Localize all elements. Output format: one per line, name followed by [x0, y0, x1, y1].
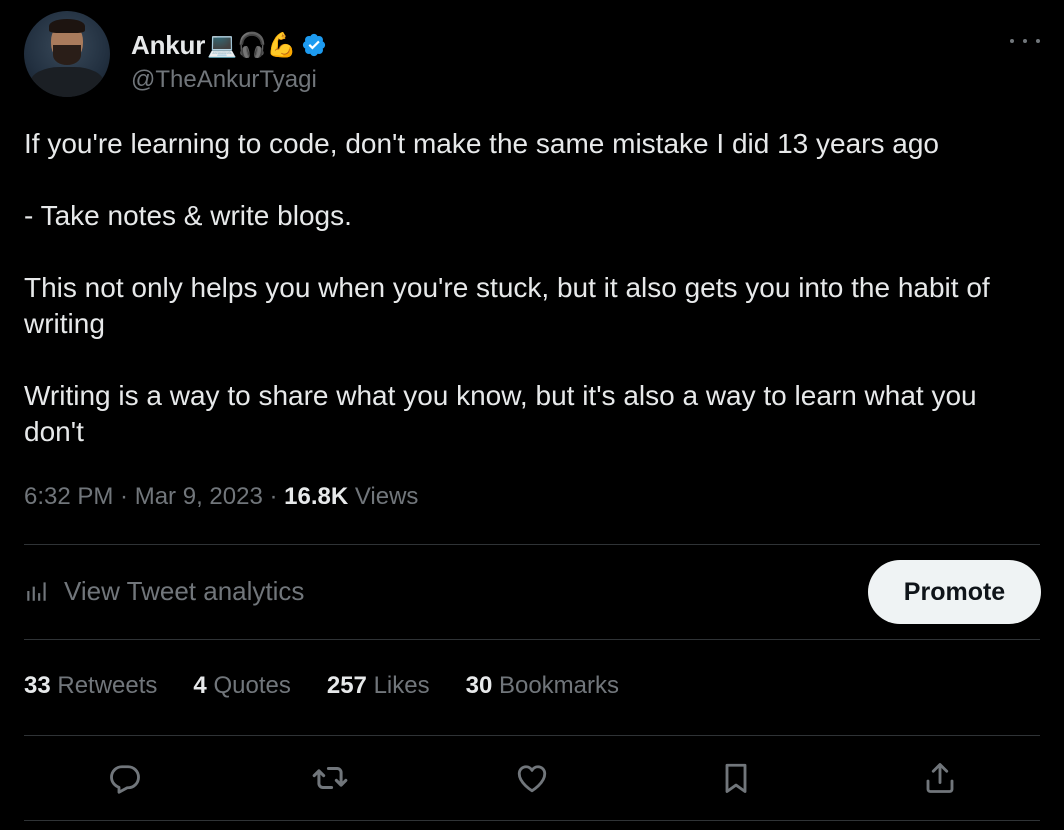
stat-retweets[interactable]: 33 Retweets	[24, 672, 157, 700]
tweet-time[interactable]: 6:32 PM	[24, 483, 113, 510]
retweet-icon[interactable]	[304, 752, 356, 804]
author-name[interactable]: Ankur	[131, 30, 205, 61]
tweet-paragraph: If you're learning to code, don't make t…	[24, 128, 939, 159]
divider	[24, 820, 1040, 821]
divider	[24, 735, 1040, 736]
stat-count: 4	[193, 672, 207, 699]
verified-badge-icon	[301, 32, 327, 58]
stat-label: Retweets	[57, 672, 158, 699]
bookmark-icon[interactable]	[710, 752, 762, 804]
tweet-paragraph: This not only helps you when you're stuc…	[24, 272, 990, 339]
tweet-header: Ankur 💻🎧💪 @TheAnkurTyagi	[24, 11, 1040, 99]
views-count: 16.8K	[284, 483, 349, 510]
reply-icon[interactable]	[99, 752, 151, 804]
action-bar	[0, 752, 1064, 804]
share-icon[interactable]	[914, 752, 966, 804]
view-analytics-link[interactable]: View Tweet analytics	[24, 571, 304, 611]
tweet-date[interactable]: Mar 9, 2023	[135, 483, 263, 510]
tweet-paragraph: - Take notes & write blogs.	[24, 200, 352, 231]
stat-bookmarks[interactable]: 30 Bookmarks	[466, 672, 619, 700]
analytics-label: View Tweet analytics	[64, 575, 305, 606]
stat-label: Bookmarks	[498, 672, 620, 699]
bar-chart-icon	[27, 582, 46, 601]
author-handle[interactable]: @TheAnkurTyagi	[131, 66, 317, 94]
tweet-paragraph: Writing is a way to share what you know,…	[24, 380, 977, 447]
tweet-stats: 33 Retweets 4 Quotes 257 Likes 30 Bookma…	[24, 672, 655, 700]
stat-label: Quotes	[213, 672, 291, 699]
tweet-meta: 6:32 PM · Mar 9, 2023 · 16.8K Views	[24, 483, 419, 510]
divider	[24, 639, 1040, 640]
stat-count: 257	[326, 672, 367, 699]
name-emojis: 💻🎧💪	[207, 31, 297, 59]
stat-likes[interactable]: 257 Likes	[327, 672, 430, 700]
stat-label: Likes	[373, 672, 430, 699]
promote-button[interactable]: Promote	[868, 560, 1041, 624]
like-icon[interactable]	[506, 752, 558, 804]
views-label: Views	[354, 483, 419, 510]
author-name-row[interactable]: Ankur 💻🎧💪	[131, 28, 327, 62]
avatar[interactable]	[24, 11, 110, 97]
more-options-icon[interactable]	[1010, 31, 1040, 51]
stat-quotes[interactable]: 4 Quotes	[193, 672, 290, 700]
stat-count: 33	[24, 672, 51, 699]
divider	[24, 544, 1040, 545]
stat-count: 30	[465, 672, 493, 699]
tweet-text: If you're learning to code, don't make t…	[24, 126, 1044, 450]
